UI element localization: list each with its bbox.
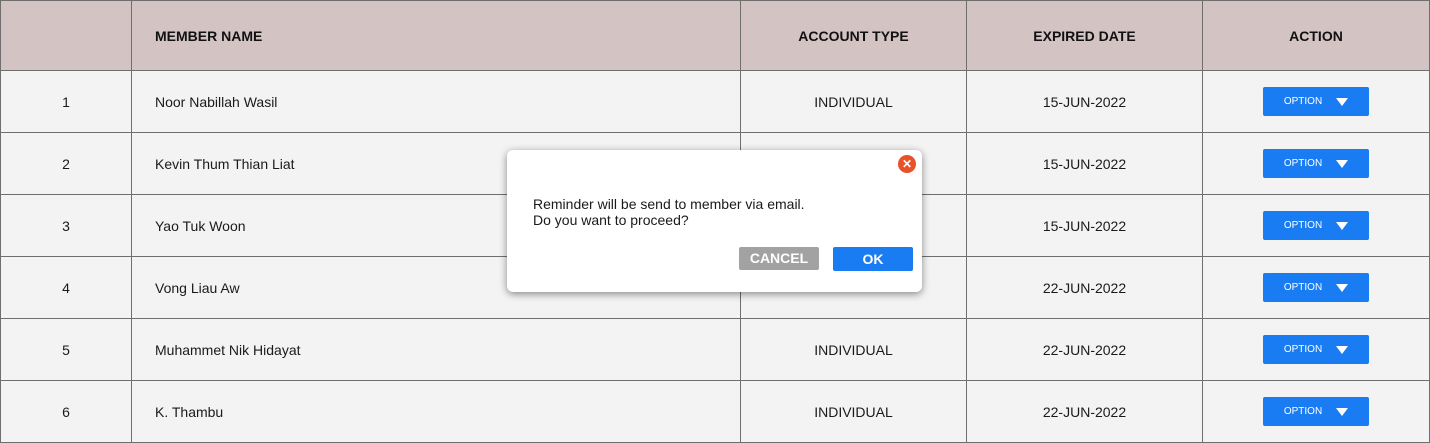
account-type: INDIVIDUAL (740, 70, 967, 133)
table-row: 6 K. Thambu INDIVIDUAL 22-JUN-2022 OPTIO… (0, 380, 1430, 443)
row-number: 1 (0, 70, 132, 133)
member-name: Muhammet Nik Hidayat (131, 318, 741, 381)
caret-down-icon (1336, 98, 1349, 106)
member-name: K. Thambu (131, 380, 741, 443)
account-type: INDIVIDUAL (740, 380, 967, 443)
option-label: OPTION (1283, 406, 1323, 417)
close-icon[interactable]: ✕ (898, 155, 916, 173)
option-label: OPTION (1283, 96, 1323, 107)
expired-date: 22-JUN-2022 (966, 318, 1203, 381)
option-dropdown-button[interactable]: OPTION (1263, 397, 1369, 426)
expired-date: 22-JUN-2022 (966, 380, 1203, 443)
option-label: OPTION (1283, 158, 1323, 169)
account-type: INDIVIDUAL (740, 318, 967, 381)
header-action: ACTION (1202, 0, 1430, 71)
caret-down-icon (1336, 160, 1349, 168)
header-number (0, 0, 132, 71)
option-dropdown-button[interactable]: OPTION (1263, 211, 1369, 240)
dialog-message-line2: Do you want to proceed? (533, 212, 689, 228)
caret-down-icon (1336, 284, 1349, 292)
member-name: Noor Nabillah Wasil (131, 70, 741, 133)
option-label: OPTION (1283, 344, 1323, 355)
row-number: 4 (0, 256, 132, 319)
caret-down-icon (1336, 408, 1349, 416)
caret-down-icon (1336, 222, 1349, 230)
expired-date: 15-JUN-2022 (966, 70, 1203, 133)
caret-down-icon (1336, 346, 1349, 354)
option-dropdown-button[interactable]: OPTION (1263, 87, 1369, 116)
cancel-button[interactable]: CANCEL (739, 247, 819, 270)
expired-date: 15-JUN-2022 (966, 132, 1203, 195)
table-header-row: MEMBER NAME ACCOUNT TYPE EXPIRED DATE AC… (0, 0, 1430, 71)
row-number: 2 (0, 132, 132, 195)
table-row: 5 Muhammet Nik Hidayat INDIVIDUAL 22-JUN… (0, 318, 1430, 381)
row-number: 3 (0, 194, 132, 257)
action-cell: OPTION (1202, 70, 1430, 133)
option-dropdown-button[interactable]: OPTION (1263, 149, 1369, 178)
action-cell: OPTION (1202, 318, 1430, 381)
header-expired-date: EXPIRED DATE (966, 0, 1203, 71)
header-account-type: ACCOUNT TYPE (740, 0, 967, 71)
option-dropdown-button[interactable]: OPTION (1263, 335, 1369, 364)
action-cell: OPTION (1202, 132, 1430, 195)
header-member-name: MEMBER NAME (131, 0, 741, 71)
option-label: OPTION (1283, 220, 1323, 231)
expired-date: 22-JUN-2022 (966, 256, 1203, 319)
ok-button[interactable]: OK (833, 247, 913, 271)
table-row: 1 Noor Nabillah Wasil INDIVIDUAL 15-JUN-… (0, 70, 1430, 133)
reminder-confirm-dialog: ✕ Reminder will be send to member via em… (507, 150, 922, 292)
option-dropdown-button[interactable]: OPTION (1263, 273, 1369, 302)
action-cell: OPTION (1202, 256, 1430, 319)
row-number: 5 (0, 318, 132, 381)
expired-date: 15-JUN-2022 (966, 194, 1203, 257)
row-number: 6 (0, 380, 132, 443)
dialog-message-line1: Reminder will be send to member via emai… (533, 196, 805, 212)
action-cell: OPTION (1202, 194, 1430, 257)
dialog-message: Reminder will be send to member via emai… (533, 196, 805, 228)
option-label: OPTION (1283, 282, 1323, 293)
action-cell: OPTION (1202, 380, 1430, 443)
